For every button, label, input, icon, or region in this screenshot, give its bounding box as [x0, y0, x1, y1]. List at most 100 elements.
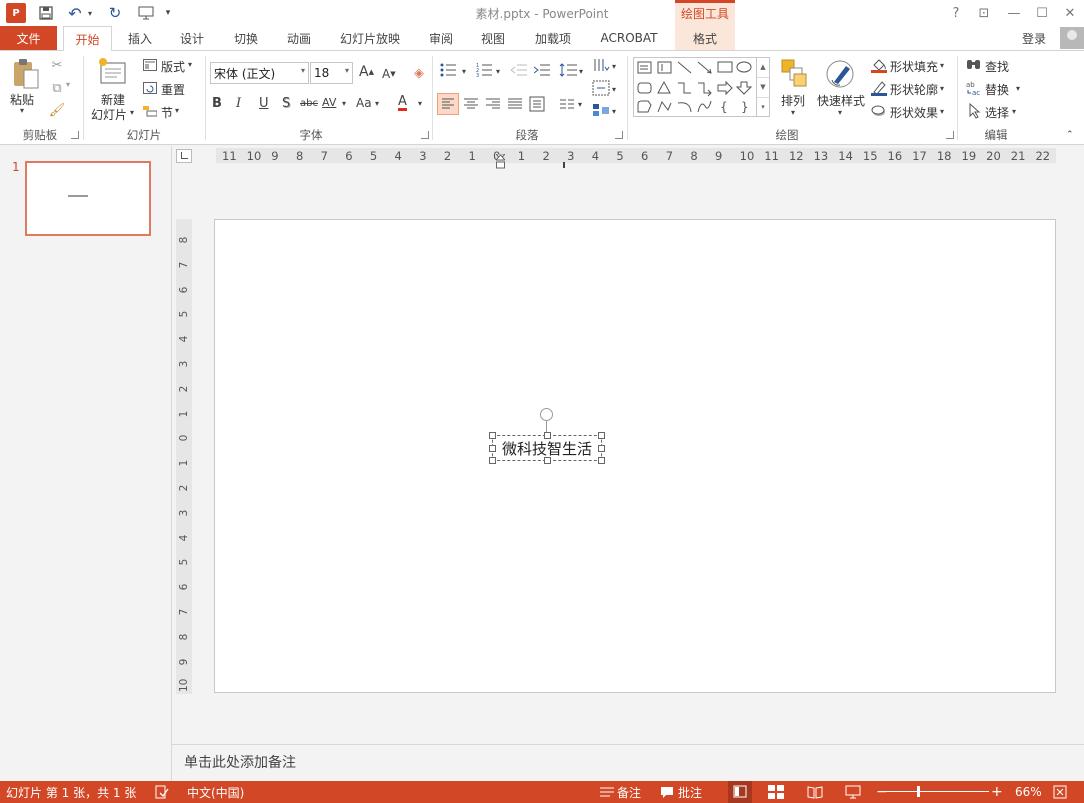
justify-icon[interactable]: [505, 94, 525, 117]
font-name-dropdown-icon[interactable]: ▾: [301, 66, 305, 75]
resize-handle[interactable]: [598, 457, 605, 464]
font-name-combobox[interactable]: 宋体 (正文) ▾: [210, 62, 309, 84]
slide-sorter-view-icon[interactable]: [768, 781, 788, 803]
save-icon[interactable]: [36, 3, 56, 23]
tab-selector[interactable]: [176, 149, 192, 163]
tab-slideshow[interactable]: 幻灯片放映: [334, 26, 406, 50]
drawing-dialog-launcher-icon[interactable]: [946, 131, 954, 139]
notes-toggle-icon[interactable]: [600, 781, 616, 803]
align-center-icon[interactable]: [461, 94, 481, 117]
reset-button[interactable]: 重置: [161, 81, 185, 98]
replace-icon[interactable]: ab ac: [966, 80, 982, 99]
replace-button[interactable]: 替换: [985, 81, 1009, 98]
shapes-gallery[interactable]: { } ▲ ▼ ▾: [633, 57, 770, 117]
shapes-gallery-scroll[interactable]: ▲ ▼ ▾: [756, 58, 769, 116]
select-dropdown-icon[interactable]: ▾: [1012, 107, 1016, 116]
copy-dropdown-icon[interactable]: ▾: [66, 80, 70, 89]
redo-icon[interactable]: ↻: [106, 3, 124, 23]
line-spacing-dropdown-icon[interactable]: ▾: [579, 67, 583, 76]
smartart-dropdown-icon[interactable]: ▾: [612, 107, 616, 116]
new-slide-label[interactable]: 幻灯片: [91, 106, 127, 123]
paste-icon[interactable]: [10, 58, 40, 90]
fit-to-window-icon[interactable]: [1053, 781, 1069, 803]
close-icon[interactable]: ✕: [1057, 3, 1083, 23]
change-case-button[interactable]: Aa: [356, 96, 372, 110]
text-shadow-button[interactable]: S: [282, 96, 290, 111]
reading-view-icon[interactable]: [807, 781, 827, 803]
arrange-dropdown-icon[interactable]: ▾: [791, 108, 795, 117]
shape-effects-icon[interactable]: [871, 103, 887, 122]
bullets-icon[interactable]: [440, 63, 456, 77]
slide-canvas[interactable]: [214, 219, 1056, 693]
resize-handle[interactable]: [544, 432, 551, 439]
cut-icon[interactable]: ✂: [48, 56, 66, 74]
zoom-level[interactable]: 66%: [1015, 781, 1042, 803]
font-size-combobox[interactable]: 18 ▾: [310, 62, 353, 84]
collapse-ribbon-icon[interactable]: ⌃: [1066, 130, 1074, 140]
tab-view[interactable]: 视图: [472, 26, 514, 50]
shape-fill-dropdown-icon[interactable]: ▾: [940, 61, 944, 70]
line-spacing-icon[interactable]: [559, 63, 577, 77]
font-dialog-launcher-icon[interactable]: [421, 131, 429, 139]
tab-design[interactable]: 设计: [170, 26, 214, 50]
font-color-button[interactable]: A: [398, 95, 407, 111]
tab-addins[interactable]: 加载项: [526, 26, 580, 50]
grow-font-icon[interactable]: A ▲: [359, 64, 374, 80]
layout-icon[interactable]: [142, 57, 158, 73]
font-size-dropdown-icon[interactable]: ▾: [345, 66, 349, 75]
powerpoint-app-icon[interactable]: P: [6, 3, 26, 23]
align-text-dropdown-icon[interactable]: ▾: [612, 85, 616, 94]
select-button[interactable]: 选择: [985, 104, 1009, 121]
shape-effects-dropdown-icon[interactable]: ▾: [940, 107, 944, 116]
text-direction-icon[interactable]: [592, 57, 610, 76]
tab-stop-marker[interactable]: [563, 162, 565, 168]
avatar[interactable]: [1060, 27, 1084, 49]
notes-pane[interactable]: [172, 744, 1084, 781]
arrange-icon[interactable]: [780, 58, 808, 91]
undo-icon[interactable]: ↶: [66, 3, 84, 23]
select-cursor-icon[interactable]: [968, 102, 982, 122]
tab-file[interactable]: 文件: [0, 26, 57, 50]
align-text-icon[interactable]: [592, 80, 610, 99]
tab-review[interactable]: 审阅: [420, 26, 462, 50]
character-spacing-dropdown-icon[interactable]: ▾: [342, 99, 346, 108]
find-icon[interactable]: [966, 57, 982, 76]
change-case-dropdown-icon[interactable]: ▾: [375, 99, 379, 108]
horizontal-ruler[interactable]: 11 10 9 8 7 6 5 4 3 2 1 0 1 2 3 4 5 6 7 8 9 10 11 12 13 14 15 16 17 1…: [216, 148, 1056, 163]
increase-indent-icon[interactable]: [534, 64, 550, 76]
section-dropdown-icon[interactable]: ▾: [175, 106, 179, 115]
zoom-slider-track[interactable]: [885, 791, 989, 792]
paste-dropdown-icon[interactable]: ▾: [20, 106, 24, 115]
shape-outline-icon[interactable]: [871, 80, 887, 99]
copy-icon[interactable]: ⧉: [48, 79, 66, 97]
minimize-icon[interactable]: —: [1001, 3, 1027, 23]
section-icon[interactable]: [142, 103, 158, 119]
arrange-button[interactable]: 排列: [781, 92, 805, 109]
help-icon[interactable]: ?: [943, 3, 969, 23]
ribbon-display-options-icon[interactable]: ⊡: [971, 3, 997, 23]
italic-button[interactable]: I: [236, 96, 241, 111]
zoom-out-button[interactable]: −: [876, 781, 888, 803]
strikethrough-button[interactable]: abc: [300, 98, 318, 109]
character-spacing-button[interactable]: AV: [322, 96, 336, 109]
tab-home[interactable]: 开始: [63, 26, 112, 51]
customize-qat-icon[interactable]: ▾: [162, 3, 174, 23]
bullets-dropdown-icon[interactable]: ▾: [462, 67, 466, 76]
undo-dropdown-icon[interactable]: ▾: [85, 3, 95, 23]
shape-effects-button[interactable]: 形状效果: [890, 104, 938, 121]
text-direction-dropdown-icon[interactable]: ▾: [612, 62, 616, 71]
vertical-ruler[interactable]: 8 7 6 5 4 3 2 1 0 1 2 3 4 5 6 7 8 9 10: [176, 219, 192, 694]
resize-handle[interactable]: [489, 457, 496, 464]
notes-toggle-button[interactable]: 备注: [617, 781, 641, 803]
zoom-slider-thumb[interactable]: [917, 786, 920, 797]
format-painter-icon[interactable]: 🖌: [48, 101, 66, 119]
bold-button[interactable]: B: [212, 96, 222, 111]
section-button[interactable]: 节: [161, 104, 173, 121]
shape-fill-icon[interactable]: [871, 57, 887, 76]
decrease-indent-icon[interactable]: [511, 64, 527, 76]
zoom-in-button[interactable]: +: [991, 781, 1003, 803]
shape-fill-button[interactable]: 形状填充: [890, 58, 938, 75]
smartart-icon[interactable]: [592, 102, 610, 121]
start-slideshow-icon[interactable]: [136, 3, 156, 23]
align-right-icon[interactable]: [483, 94, 503, 117]
